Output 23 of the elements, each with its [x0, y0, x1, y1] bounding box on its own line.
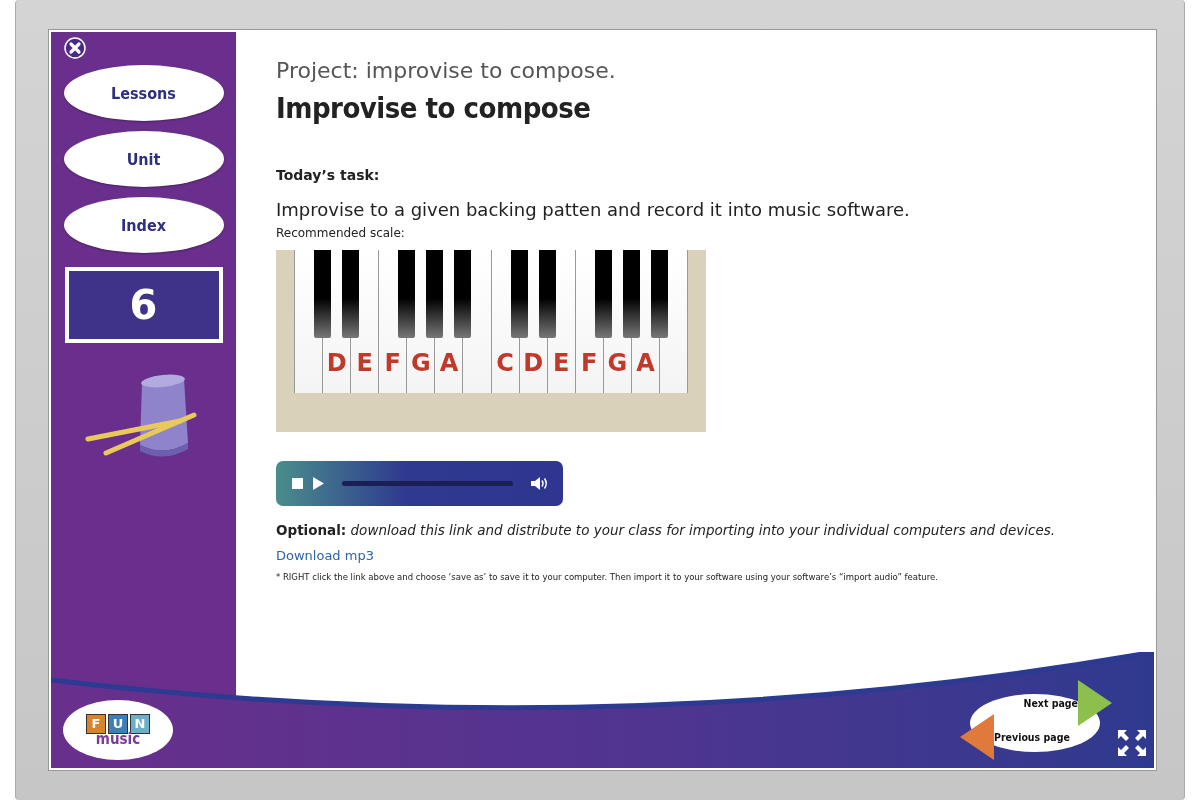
optional-note: Optional: download this link and distribute to your class for importing into your individual computers and devices. — [276, 522, 1056, 538]
download-link[interactable]: Download mp3 — [276, 548, 374, 563]
footnote: * RIGHT click the link above and choose ‘save as’ to save it to your computer. Then import it to your software using your software’s “import audio” feature. — [276, 572, 938, 582]
volume-icon[interactable] — [531, 477, 549, 490]
scale-label: Recommended scale: — [276, 226, 405, 240]
task-text: Improvise to a given backing patten and record it into music software. — [276, 199, 910, 220]
fullscreen-icon[interactable] — [1118, 730, 1146, 756]
triangle-left-icon — [960, 714, 994, 760]
page-number: 6 — [64, 267, 223, 343]
logo-letter: F — [86, 713, 106, 734]
nav-button[interactable]: Lessons — [63, 65, 224, 121]
lesson-title: Improvise to compose — [276, 91, 591, 125]
nav-button[interactable]: Index — [63, 197, 224, 253]
page-heading: Project: improvise to compose. — [276, 58, 616, 83]
logo-letter: N — [130, 713, 150, 734]
close-icon[interactable] — [64, 37, 86, 59]
play-icon[interactable] — [313, 477, 324, 490]
logo-word: music — [95, 731, 141, 747]
nav-button[interactable]: Unit — [63, 131, 224, 187]
progress-track[interactable] — [342, 481, 513, 486]
task-label: Today’s task: — [276, 167, 380, 183]
logo-letter: U — [108, 713, 128, 734]
triangle-right-icon — [1078, 680, 1112, 726]
